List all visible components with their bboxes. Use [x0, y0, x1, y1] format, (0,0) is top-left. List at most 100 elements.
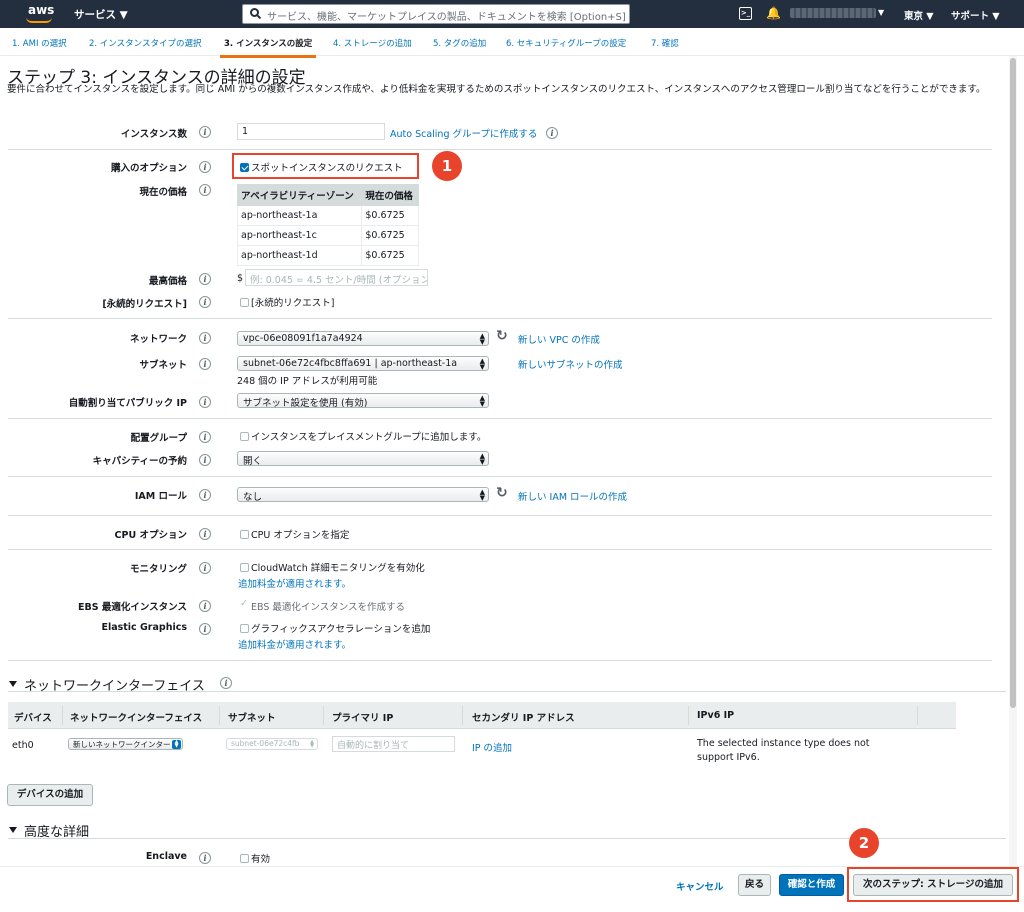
ipv6-note: The selected instance type does not supp… — [697, 738, 870, 763]
scrollbar-thumb[interactable] — [1010, 58, 1016, 708]
subnet-select-value: subnet-06e72c4fbc8ffa691 | ap-northeast-… — [243, 358, 458, 369]
price-cell: $0.6725 — [361, 225, 419, 246]
network-label: ネットワーク — [129, 334, 187, 345]
elastic-graphics-checkbox-label[interactable]: グラフィックスアクセラレーションを追加 — [251, 621, 430, 635]
column-separator — [219, 706, 220, 725]
add-ip-link[interactable]: IP の追加 — [472, 740, 512, 754]
tab-configure-instance[interactable]: 3. インスタンスの設定 — [220, 37, 317, 58]
info-icon[interactable]: i — [199, 396, 211, 408]
enclave-checkbox-label[interactable]: 有効 — [251, 851, 270, 865]
select-arrows-icon: ▲ ▼ — [479, 488, 485, 502]
info-icon[interactable]: i — [199, 161, 211, 173]
cpu-options-checkbox-label[interactable]: CPU オプションを指定 — [251, 527, 349, 541]
max-price-label: 最高価格 — [148, 276, 187, 287]
notifications-bell-icon[interactable]: 🔔 — [766, 6, 781, 20]
instance-count-input[interactable]: 1 — [237, 123, 385, 140]
info-icon[interactable]: i — [199, 562, 211, 574]
info-icon[interactable]: i — [220, 677, 232, 689]
account-menu-blurred[interactable] — [790, 8, 876, 18]
info-icon[interactable]: i — [199, 623, 211, 635]
network-select[interactable]: vpc-06e08091f1a7a4924 ▲ ▼ — [237, 331, 489, 346]
public-ip-select-value: サブネット設定を使用 (有効) — [243, 398, 368, 408]
capacity-reservation-select[interactable]: 開く ▲ ▼ — [237, 451, 489, 466]
refresh-icon[interactable]: ↻ — [496, 328, 508, 344]
services-menu-button[interactable]: サービス ▼ — [74, 7, 128, 22]
info-icon[interactable]: i — [546, 127, 558, 139]
info-icon[interactable]: i — [199, 273, 211, 285]
col-secondary-ip: セカンダリ IP アドレス — [472, 713, 575, 724]
monitoring-fee-note[interactable]: 追加料金が適用されます。 — [238, 576, 351, 590]
account-caret-icon[interactable]: ▼ — [878, 8, 884, 17]
monitoring-checkbox[interactable] — [240, 563, 249, 572]
col-primary-ip: プライマリ IP — [332, 713, 394, 724]
refresh-icon[interactable]: ↻ — [496, 485, 508, 501]
persistent-request-checkbox[interactable] — [240, 298, 249, 307]
divider — [8, 660, 992, 661]
info-icon[interactable]: i — [199, 852, 211, 864]
select-arrows-icon: ▲ ▼ — [479, 357, 485, 371]
auto-scaling-link[interactable]: Auto Scaling グループに作成する — [390, 126, 537, 140]
info-icon[interactable]: i — [199, 431, 211, 443]
elastic-graphics-fee-note[interactable]: 追加料金が適用されます。 — [238, 637, 351, 651]
ebs-optimized-checkbox-label: EBS 最適化インスタンスを作成する — [251, 602, 406, 613]
network-select-value: vpc-06e08091f1a7a4924 — [243, 333, 363, 344]
available-ip-note: 248 個の IP アドレスが利用可能 — [237, 376, 378, 387]
cpu-options-checkbox[interactable] — [240, 530, 249, 539]
back-button[interactable]: 戻る — [738, 874, 771, 896]
monitoring-checkbox-label[interactable]: CloudWatch 詳細モニタリングを有効化 — [251, 560, 425, 574]
tab-storage[interactable]: 4. ストレージの追加 — [333, 37, 412, 55]
info-icon[interactable]: i — [199, 332, 211, 344]
col-subnet: サブネット — [228, 713, 276, 724]
info-icon[interactable]: i — [199, 126, 211, 138]
divider — [8, 691, 1006, 692]
info-icon[interactable]: i — [199, 358, 211, 370]
info-icon[interactable]: i — [199, 600, 211, 612]
max-price-input[interactable]: 例: 0.045 = 4.5 セント/時間 (オプション) — [245, 269, 428, 286]
tab-instance-type[interactable]: 2. インスタンスタイプの選択 — [89, 37, 201, 55]
interface-select[interactable]: 新しいネットワークインター ▲ ▼ — [68, 738, 183, 750]
column-separator — [688, 706, 689, 725]
add-device-button[interactable]: デバイスの追加 — [7, 784, 93, 806]
collapse-triangle-icon[interactable] — [9, 681, 17, 687]
persistent-request-checkbox-label[interactable]: [永続的リクエスト] — [251, 295, 334, 309]
col-ipv6: IPv6 IP — [697, 710, 735, 721]
table-row: ap-northeast-1d $0.6725 — [236, 245, 419, 266]
ebs-optimized-check-icon: ✓ — [240, 598, 248, 609]
enclave-checkbox[interactable] — [240, 854, 249, 863]
info-icon[interactable]: i — [199, 184, 211, 196]
placement-group-checkbox-label[interactable]: インスタンスをプレイスメントグループに追加します。 — [251, 429, 486, 443]
create-vpc-link[interactable]: 新しい VPC の作成 — [518, 332, 600, 346]
region-selector[interactable]: 東京 ▼ — [904, 8, 934, 22]
info-icon[interactable]: i — [199, 454, 211, 466]
placement-group-label: 配置グループ — [130, 433, 187, 444]
iam-role-label: IAM ロール — [134, 491, 187, 502]
public-ip-select[interactable]: サブネット設定を使用 (有効) ▲ ▼ — [237, 393, 489, 408]
subnet-select[interactable]: subnet-06e72c4fbc8ffa691 | ap-northeast-… — [237, 356, 489, 371]
collapse-triangle-icon[interactable] — [9, 827, 17, 833]
tab-ami[interactable]: 1. AMI の選択 — [12, 37, 67, 55]
placement-group-checkbox[interactable] — [240, 432, 249, 441]
info-icon[interactable]: i — [199, 296, 211, 308]
interface-subnet-select: subnet-06e72c4fb ▲ ▼ — [226, 738, 318, 750]
tab-review[interactable]: 7. 確認 — [651, 37, 679, 55]
primary-ip-input[interactable]: 自動的に割り当て — [332, 736, 455, 752]
cloudshell-icon[interactable]: >_ — [739, 7, 752, 20]
monitoring-label: モニタリング — [129, 564, 187, 575]
tab-tags[interactable]: 5. タグの追加 — [433, 37, 486, 55]
support-menu[interactable]: サポート ▼ — [951, 8, 1000, 22]
divider — [8, 318, 992, 319]
review-and-launch-button[interactable]: 確認と作成 — [779, 874, 844, 896]
create-subnet-link[interactable]: 新しいサブネットの作成 — [518, 357, 623, 371]
cancel-link[interactable]: キャンセル — [676, 879, 724, 893]
elastic-graphics-checkbox[interactable] — [240, 624, 249, 633]
aws-logo[interactable]: aws — [28, 3, 54, 17]
page-description: 要件に合わせてインスタンスを設定します。同じ AMI からの複数インスタンス作成… — [7, 84, 986, 95]
create-iam-role-link[interactable]: 新しい IAM ロールの作成 — [518, 489, 627, 503]
iam-role-select[interactable]: なし ▲ ▼ — [237, 487, 489, 502]
col-device: デバイス — [14, 713, 52, 724]
info-icon[interactable]: i — [199, 489, 211, 501]
tab-security-group[interactable]: 6. セキュリティグループの設定 — [506, 37, 626, 55]
search-input[interactable]: サービス、機能、マーケットプレイスの製品、ドキュメントを検索 [Option+S… — [242, 4, 630, 24]
info-icon[interactable]: i — [199, 528, 211, 540]
currency-symbol: $ — [237, 273, 244, 284]
